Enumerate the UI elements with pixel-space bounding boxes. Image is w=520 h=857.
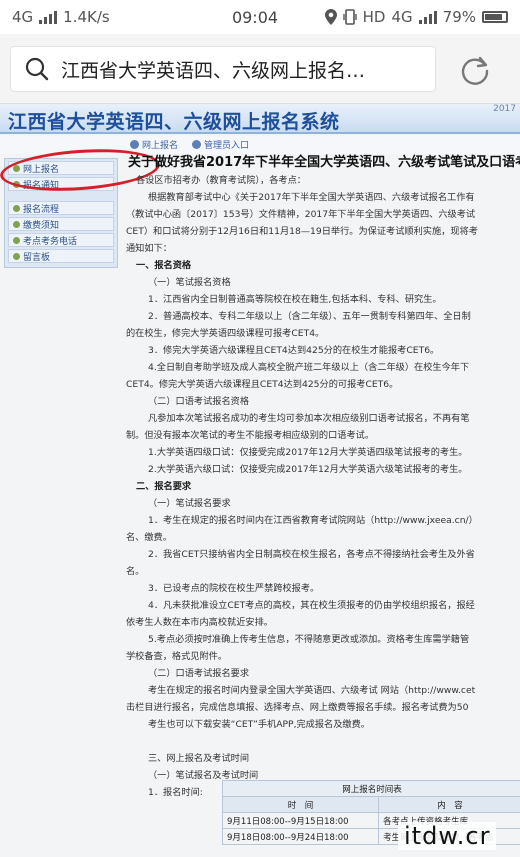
bullet-icon: [13, 220, 20, 228]
article-heading: 关于做好我省2017年下半年全国大学英语四、六级考试笔试及口语考: [128, 155, 520, 170]
bullet-icon: [13, 236, 20, 244]
sidebar-item-label: 报名流程: [23, 204, 60, 215]
article-line: 一、报名资格: [136, 260, 192, 271]
browser-toolbar: 江西省大学英语四、六级网上报名…: [0, 34, 520, 104]
clock: 09:04: [231, 7, 279, 27]
article-line: （教试中心函〔2017〕153号）文件精神，2017年下半年全国大学英语四、六级…: [126, 209, 476, 220]
article-line: 二、报名要求: [136, 481, 192, 492]
article-line: 3．已设考点的院校在校生严禁跨校报考。: [148, 583, 320, 594]
battery-icon: [482, 11, 508, 23]
article-line: 根据教育部考试中心《关于2017年下半年全国大学英语四、六级考试报名工作有: [148, 192, 475, 203]
table-header: 时 间: [221, 796, 380, 813]
site-banner: 江西省大学英语四、六级网上报名系统 2017: [0, 104, 520, 134]
bullet-icon: [13, 252, 20, 260]
article-line: 2．普通高校本、专科二年级以上（含二年级）、五年一贯制专科第四年、全日制: [148, 311, 471, 322]
article-line: 1．江西省内全日制普通高等院校在校在籍生,包括本科、专科、研究生。: [148, 294, 442, 305]
table-cell: 9月11日08:00--9月15日18:00: [221, 812, 380, 829]
article-line: 2.大学英语六级口试：仅接受完成2017年12月大学英语六级笔试报考的考生。: [148, 464, 468, 475]
article-line: 考生也可以下载安装“CET”手机APP,完成报名及缴费。: [148, 719, 370, 730]
sidebar-item-label: 缴费须知: [23, 220, 60, 231]
bullet-icon: [192, 140, 202, 149]
article-line: （二）口语考试报名资格: [148, 396, 250, 407]
article-line: 4.全日制自考助学班及成人高校全脱产班二年级以上（含二年级）在校生今年下: [148, 362, 470, 373]
search-query[interactable]: 江西省大学英语四、六级网上报名…: [61, 56, 365, 83]
sidebar-item-phone[interactable]: 考点考务电话: [8, 233, 114, 247]
watermark: itdw.cr: [398, 822, 497, 850]
status-bar: 4G 1.4K/s 09:04 HD 4G 79%: [0, 0, 520, 34]
network-label-right: 4G: [391, 8, 413, 26]
article-line: 通知如下：: [126, 243, 172, 254]
battery-percent: 79%: [442, 8, 476, 26]
article-line: CET4。修完大学英语六级课程且CET4达到425分的可报考CET6。: [126, 379, 399, 390]
article-line: 2．我省CET只接纳省内全日制高校在校生报名，各考点不得接纳社会考生及外省: [148, 549, 475, 560]
nav-admin-entry[interactable]: 管理员入口: [192, 138, 249, 151]
site-title: 江西省大学英语四、六级网上报名系统: [8, 111, 340, 133]
article-line: （一）笔试报名要求: [148, 498, 231, 509]
signal-icon: [39, 10, 58, 24]
table-header: 内 容: [378, 796, 520, 813]
article-line: 3．修完大学英语六级课程且CET4达到425分的在校生才能报考CET6。: [148, 345, 440, 356]
article-line: 制。但没有报本次笔试的考生不能报考相应级别的口语考试。: [126, 430, 375, 441]
article-line: （二）口语考试报名要求: [148, 668, 250, 679]
sidebar-item-guestbook[interactable]: 留言板: [8, 249, 114, 263]
article-line: 依考生人数在本市内高校就近安排。: [126, 617, 273, 628]
nav-label: 管理员入口: [204, 141, 250, 151]
reload-icon[interactable]: [458, 54, 492, 88]
bullet-icon: [13, 204, 20, 212]
sidebar-item-label: 留言板: [23, 252, 51, 263]
article-line: 各设区市招考办（教育考试院），各考点：: [136, 175, 306, 186]
table-caption: 网上报名时间表: [222, 780, 520, 797]
sidebar-item-label: 考点考务电话: [23, 236, 78, 247]
article-line: 1.大学英语四级口试：仅接受完成2017年12月大学英语四级笔试报考的考生。: [148, 447, 468, 458]
article-line: [126, 733, 520, 750]
signal-icon-right: [418, 10, 437, 24]
article-line: 三、网上报名及考试时间: [148, 753, 250, 764]
web-page: 江西省大学英语四、六级网上报名系统 2017 网上报名 管理员入口 网上报名 报…: [0, 104, 520, 857]
hd-label: HD: [362, 8, 386, 26]
network-speed: 1.4K/s: [63, 8, 110, 26]
location-icon: [324, 9, 337, 25]
search-bar[interactable]: 江西省大学英语四、六级网上报名…: [10, 46, 436, 92]
article-line: （一）笔试报名资格: [148, 277, 231, 288]
article-line: 名。: [126, 566, 145, 577]
article-line: 名、缴费。: [126, 532, 172, 543]
year-tag: 2017: [493, 104, 516, 114]
article-line: CET）和口试将分别于12月16日和11月18—19日举行。为保证考试顺利实施，…: [126, 226, 478, 237]
network-label: 4G: [12, 8, 34, 26]
nav-label: 网上报名: [142, 141, 179, 151]
search-icon: [25, 57, 49, 81]
bullet-icon: [130, 140, 139, 149]
article-line: 凡参加本次笔试报名成功的考生均可参加本次相应级别口语考试报名，不再有笔: [148, 413, 470, 424]
article-line: 击栏目进行报名，完成信息填报、选择考点、网上缴费等报名手续。报名考试费为50: [126, 702, 469, 713]
article-line: 4．凡未获批准设立CET考点的高校，其在校生须报考的仍由学校组织报名，报经: [148, 600, 475, 611]
article-line: 学校备查，格式见附件。: [126, 651, 228, 662]
article-line: 5.考点必须按时准确上传考生信息，不得随意更改或添加。资格考生库需学籍管: [148, 634, 470, 645]
article-line: 考生在规定的报名时间内登录全国大学英语四、六级考试 网站（http://www.…: [148, 685, 476, 696]
article-body: 各设区市招考办（教育考试院），各考点： 根据教育部考试中心《关于2017年下半年全…: [126, 172, 520, 801]
article-line: 的在校生，修完大学英语四级课程可报考CET4。: [126, 328, 325, 339]
vibrate-icon: [342, 9, 357, 25]
sidebar-item-payment[interactable]: 缴费须知: [8, 217, 114, 231]
table-cell: 9月18日08:00--9月24日18:00: [221, 828, 380, 845]
nav-online-register[interactable]: 网上报名: [130, 138, 178, 151]
article-line: 1．考生在规定的报名时间内在江西省教育考试院网站（http://www.jxee…: [148, 515, 478, 526]
article: 关于做好我省2017年下半年全国大学英语四、六级考试笔试及口语考 各设区市招考办…: [126, 154, 520, 801]
sidebar-item-process[interactable]: 报名流程: [8, 201, 114, 215]
